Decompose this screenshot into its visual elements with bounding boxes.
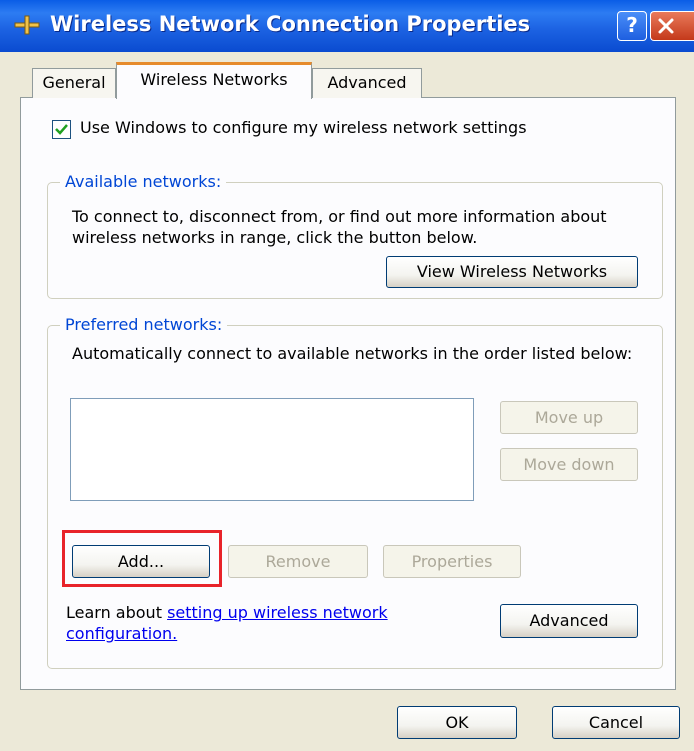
tab-wireless-networks[interactable]: Wireless Networks — [116, 62, 312, 99]
window-title: Wireless Network Connection Properties — [50, 12, 531, 36]
close-icon — [658, 18, 674, 34]
use-windows-checkbox[interactable] — [52, 120, 71, 139]
properties-button[interactable]: Properties — [383, 545, 521, 578]
help-icon: ? — [626, 13, 638, 37]
tab-general[interactable]: General — [32, 68, 116, 98]
title-bar[interactable]: Wireless Network Connection Properties ? — [0, 0, 694, 52]
advanced-button[interactable]: Advanced — [500, 604, 638, 638]
add-button[interactable]: Add... — [72, 545, 210, 578]
learn-about-prefix: Learn about — [66, 603, 168, 622]
properties-dialog: Wireless Network Connection Properties ?… — [0, 0, 694, 751]
ok-button[interactable]: OK — [397, 706, 517, 739]
move-down-button[interactable]: Move down — [500, 448, 638, 481]
preferred-networks-list[interactable] — [70, 398, 474, 501]
remove-button[interactable]: Remove — [228, 545, 368, 578]
learn-about-text: Learn about setting up wireless network … — [66, 602, 466, 644]
use-windows-label[interactable]: Use Windows to configure my wireless net… — [80, 118, 527, 137]
preferred-networks-description: Automatically connect to available netwo… — [72, 344, 633, 363]
preferred-networks-legend: Preferred networks: — [60, 315, 228, 334]
network-connection-icon — [14, 15, 40, 35]
available-networks-description: To connect to, disconnect from, or find … — [72, 207, 607, 247]
help-button[interactable]: ? — [617, 11, 647, 41]
cancel-button[interactable]: Cancel — [552, 706, 680, 739]
available-networks-legend: Available networks: — [60, 172, 227, 191]
checkmark-icon — [55, 124, 68, 135]
view-wireless-networks-button[interactable]: View Wireless Networks — [386, 256, 638, 288]
close-button[interactable] — [650, 11, 694, 41]
move-up-button[interactable]: Move up — [500, 401, 638, 434]
tab-advanced[interactable]: Advanced — [312, 68, 422, 98]
